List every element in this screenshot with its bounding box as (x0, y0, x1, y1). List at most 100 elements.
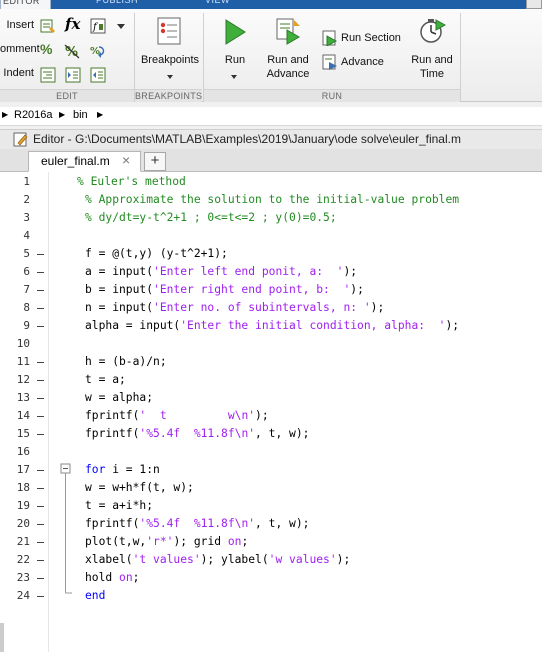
code-line[interactable]: % dy/dt=y-t^2+1 ; 0<=t<=2 ; y(0)=0.5; (85, 209, 337, 227)
code-line[interactable]: for i = 1:n (85, 461, 160, 479)
advance-icon[interactable] (322, 54, 338, 70)
run-icon[interactable] (222, 18, 248, 46)
code-line[interactable]: b = input('Enter right end point, b: '); (85, 281, 364, 299)
window-control[interactable] (526, 0, 542, 9)
chevron-down-icon[interactable] (226, 69, 242, 85)
indent-label[interactable]: Indent (0, 67, 34, 79)
code-text: , t, w); (255, 517, 310, 530)
run-and-time-icon[interactable] (418, 16, 446, 46)
code-string: 'Enter no. of subintervals, n: ' (153, 301, 371, 314)
line-number: 15 (16, 427, 30, 440)
code-text: fprintf( (85, 427, 140, 440)
run-and-advance-line1[interactable]: Run and (262, 53, 314, 67)
uncomment-icon[interactable]: % (64, 43, 80, 59)
breakpoints-icon[interactable] (155, 16, 183, 46)
code-line[interactable]: plot(t,w,'r*'); grid on; (85, 533, 248, 551)
code-line[interactable]: fprintf(' t w\n'); (85, 407, 269, 425)
code-keyword: for (85, 463, 106, 476)
breakpoint-slot[interactable] (37, 434, 44, 435)
run-label[interactable]: Run (214, 53, 256, 67)
run-and-time-line1[interactable]: Run and (406, 53, 458, 67)
wrap-comments-icon[interactable]: % (90, 43, 106, 59)
breakpoint-slot[interactable] (37, 398, 44, 399)
function-browser-icon[interactable]: f (90, 18, 106, 34)
code-line[interactable]: a = input('Enter left end ponit, a: '); (85, 263, 357, 281)
code-line[interactable]: fprintf('%5.4f %11.8f\n', t, w); (85, 425, 309, 443)
code-comment: % Approximate the solution to the initia… (85, 193, 460, 206)
code-line[interactable]: fprintf('%5.4f %11.8f\n', t, w); (85, 515, 309, 533)
breakpoint-slot[interactable] (37, 290, 44, 291)
breakpoint-slot[interactable] (37, 560, 44, 561)
comment-icon[interactable]: % (40, 41, 52, 57)
line-number: 19 (16, 499, 30, 512)
code-line[interactable]: w = alpha; (85, 389, 153, 407)
code-editor[interactable]: 1 2 3 4 5 6 7 8 9 10 11 12 13 14 15 16 17 18 19 20 21 22 23 24 … (0, 172, 542, 652)
code-line[interactable]: w = w+h*f(t, w); (85, 479, 194, 497)
code-string: '%5.4f %11.8f\n' (139, 427, 256, 440)
comment-label[interactable]: omment (0, 43, 40, 55)
chevron-down-icon[interactable] (113, 18, 129, 34)
code-string: 'Enter right end point, b: ' (153, 283, 351, 296)
insert-label[interactable]: Insert (0, 19, 34, 31)
code-line[interactable]: h = (b-a)/n; (85, 353, 167, 371)
code-line[interactable]: n = input('Enter no. of subintervals, n:… (85, 299, 384, 317)
code-line[interactable]: alpha = input('Enter the initial conditi… (85, 317, 459, 335)
breakpoint-slot[interactable] (37, 470, 44, 471)
breakpoints-label[interactable]: Breakpoints (138, 53, 202, 67)
run-group-label: RUN (204, 89, 460, 102)
new-tab-button[interactable]: + (144, 152, 166, 171)
insert-function-icon[interactable]: fx (65, 15, 80, 33)
code-text: n = input( (85, 301, 154, 314)
breakpoint-slot[interactable] (37, 524, 44, 525)
advance-label[interactable]: Advance (341, 55, 384, 69)
increase-indent-icon[interactable] (65, 67, 81, 83)
breakpoint-slot[interactable] (37, 362, 44, 363)
file-tab-euler-final[interactable]: euler_final.m × (28, 151, 141, 172)
breakpoint-slot[interactable] (37, 272, 44, 273)
tab-view[interactable]: VIEW (205, 0, 230, 9)
smart-indent-icon[interactable] (40, 67, 56, 83)
fold-region (60, 463, 72, 594)
run-and-time-line2[interactable]: Time (406, 67, 458, 81)
editor-titlebar: Editor - G:\Documents\MATLAB\Examples\20… (0, 129, 542, 150)
chevron-right-icon[interactable]: ▶ (2, 110, 8, 119)
current-folder-bar: ▶ R2016a ▶ bin ▶ (0, 107, 542, 126)
breakpoint-slot[interactable] (37, 578, 44, 579)
code-line[interactable]: % Approximate the solution to the initia… (85, 191, 459, 209)
breakpoint-slot[interactable] (37, 542, 44, 543)
decrease-indent-icon[interactable] (90, 67, 106, 83)
breakpoint-slot[interactable] (37, 596, 44, 597)
code-line[interactable]: end (85, 587, 105, 605)
breakpoint-slot[interactable] (37, 308, 44, 309)
chevron-right-icon[interactable]: ▶ (59, 110, 65, 119)
breakpoint-slot[interactable] (37, 380, 44, 381)
code-line[interactable]: t = a; (85, 371, 126, 389)
breakpoint-slot[interactable] (37, 326, 44, 327)
run-section-icon[interactable] (322, 30, 338, 46)
breadcrumb-r2016a[interactable]: R2016a (14, 109, 53, 121)
insert-section-icon[interactable] (40, 18, 56, 34)
line-number: 12 (16, 373, 30, 386)
code-text: ); (445, 319, 460, 332)
breakpoint-slot[interactable] (37, 488, 44, 489)
run-and-advance-icon[interactable] (274, 16, 302, 46)
code-line[interactable]: xlabel('t values'); ylabel('w values'); (85, 551, 350, 569)
code-text: f = @(t,y) (y-t^2+1); (85, 247, 228, 260)
chevron-right-icon[interactable]: ▶ (97, 110, 103, 119)
breakpoint-slot[interactable] (37, 254, 44, 255)
breakpoint-slot[interactable] (37, 416, 44, 417)
line-number: 7 (23, 283, 30, 296)
run-section-label[interactable]: Run Section (341, 31, 401, 45)
code-line[interactable]: hold on; (85, 569, 139, 587)
code-line[interactable]: f = @(t,y) (y-t^2+1); (85, 245, 228, 263)
breadcrumb-bin[interactable]: bin (73, 109, 88, 121)
code-line[interactable]: t = a+i*h; (85, 497, 153, 515)
chevron-down-icon[interactable] (162, 69, 178, 85)
tab-publish[interactable]: PUBLISH (96, 0, 138, 9)
run-and-advance-line2[interactable]: Advance (262, 67, 314, 81)
code-text: a = input( (85, 265, 154, 278)
close-icon[interactable]: × (122, 152, 130, 168)
code-line[interactable]: % Euler's method (77, 173, 186, 191)
breakpoint-slot[interactable] (37, 506, 44, 507)
line-number: 5 (23, 247, 30, 260)
